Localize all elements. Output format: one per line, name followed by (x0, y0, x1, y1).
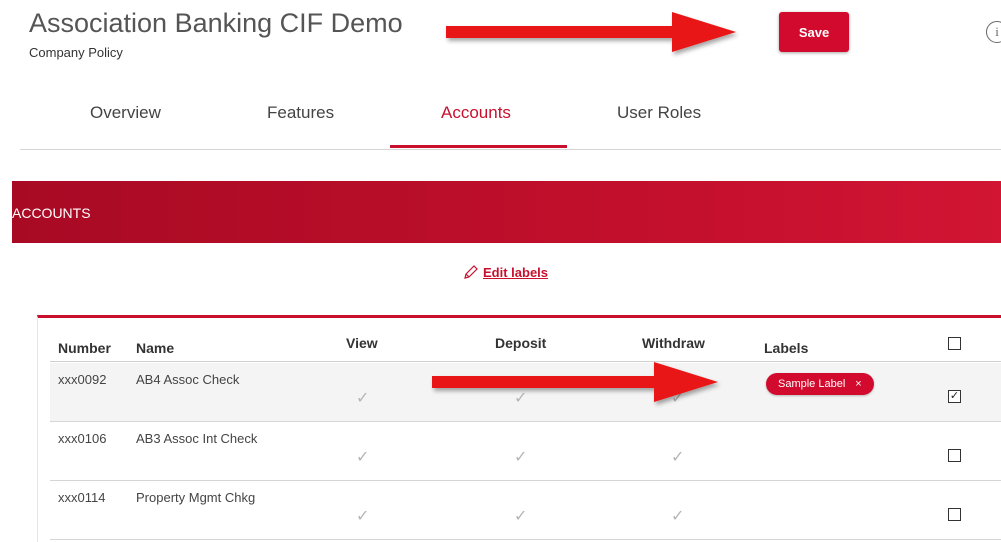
remove-label-icon[interactable]: × (855, 378, 861, 390)
accounts-table: Number Name View Deposit Withdraw Labels… (37, 315, 1001, 542)
view-check-icon[interactable]: ✓ (356, 388, 369, 408)
account-number: xxx0092 (58, 372, 107, 387)
col-header-withdraw[interactable]: Withdraw (642, 335, 705, 351)
banner-title: ACCOUNTS (12, 205, 91, 221)
annotation-arrow-label (432, 362, 718, 402)
active-tab-indicator (390, 145, 567, 148)
deposit-check-icon[interactable]: ✓ (514, 447, 527, 467)
account-name: Property Mgmt Chkg (136, 490, 256, 505)
row-select-checkbox[interactable] (948, 508, 961, 521)
pencil-icon (464, 265, 478, 279)
deposit-check-icon[interactable]: ✓ (514, 506, 527, 526)
withdraw-check-icon[interactable]: ✓ (671, 447, 684, 467)
edit-labels-label: Edit labels (483, 264, 549, 280)
page-title: Association Banking CIF Demo (29, 8, 403, 38)
tab-overview[interactable]: Overview (90, 103, 161, 123)
tab-bar: Overview Features Accounts User Roles (20, 93, 1001, 150)
withdraw-check-icon[interactable]: ✓ (671, 506, 684, 526)
account-number: xxx0106 (58, 431, 107, 446)
table-row: xxx0114 Property Mgmt Chkg ✓ ✓ ✓ (50, 481, 1001, 540)
select-all-checkbox[interactable] (948, 337, 961, 350)
save-button[interactable]: Save (779, 12, 849, 52)
col-header-number[interactable]: Number (58, 340, 111, 356)
view-check-icon[interactable]: ✓ (356, 506, 369, 526)
col-header-labels[interactable]: Labels (764, 340, 808, 356)
account-name: AB4 Assoc Check (136, 372, 240, 387)
col-header-deposit[interactable]: Deposit (495, 335, 546, 351)
label-pill-text: Sample Label (778, 378, 846, 390)
row-select-checkbox[interactable] (948, 449, 961, 462)
account-name: AB3 Assoc Int Check (136, 431, 258, 446)
page-subtitle: Company Policy (29, 45, 123, 60)
label-pill[interactable]: Sample Label × (766, 373, 874, 395)
accounts-banner: ACCOUNTS (12, 181, 1001, 243)
info-icon[interactable]: i (986, 21, 1001, 43)
table-header-row: Number Name View Deposit Withdraw Labels (50, 333, 1001, 362)
annotation-arrow-save (446, 12, 736, 52)
tab-accounts[interactable]: Accounts (441, 103, 511, 123)
tab-features[interactable]: Features (267, 103, 334, 123)
view-check-icon[interactable]: ✓ (356, 447, 369, 467)
account-number: xxx0114 (58, 490, 106, 505)
col-header-view[interactable]: View (346, 335, 378, 351)
table-row: xxx0106 AB3 Assoc Int Check ✓ ✓ ✓ (50, 422, 1001, 481)
tab-user-roles[interactable]: User Roles (617, 103, 701, 123)
row-select-checkbox[interactable]: ✓ (948, 390, 961, 403)
edit-labels-link[interactable]: Edit labels (463, 264, 548, 280)
col-header-name[interactable]: Name (136, 340, 174, 356)
